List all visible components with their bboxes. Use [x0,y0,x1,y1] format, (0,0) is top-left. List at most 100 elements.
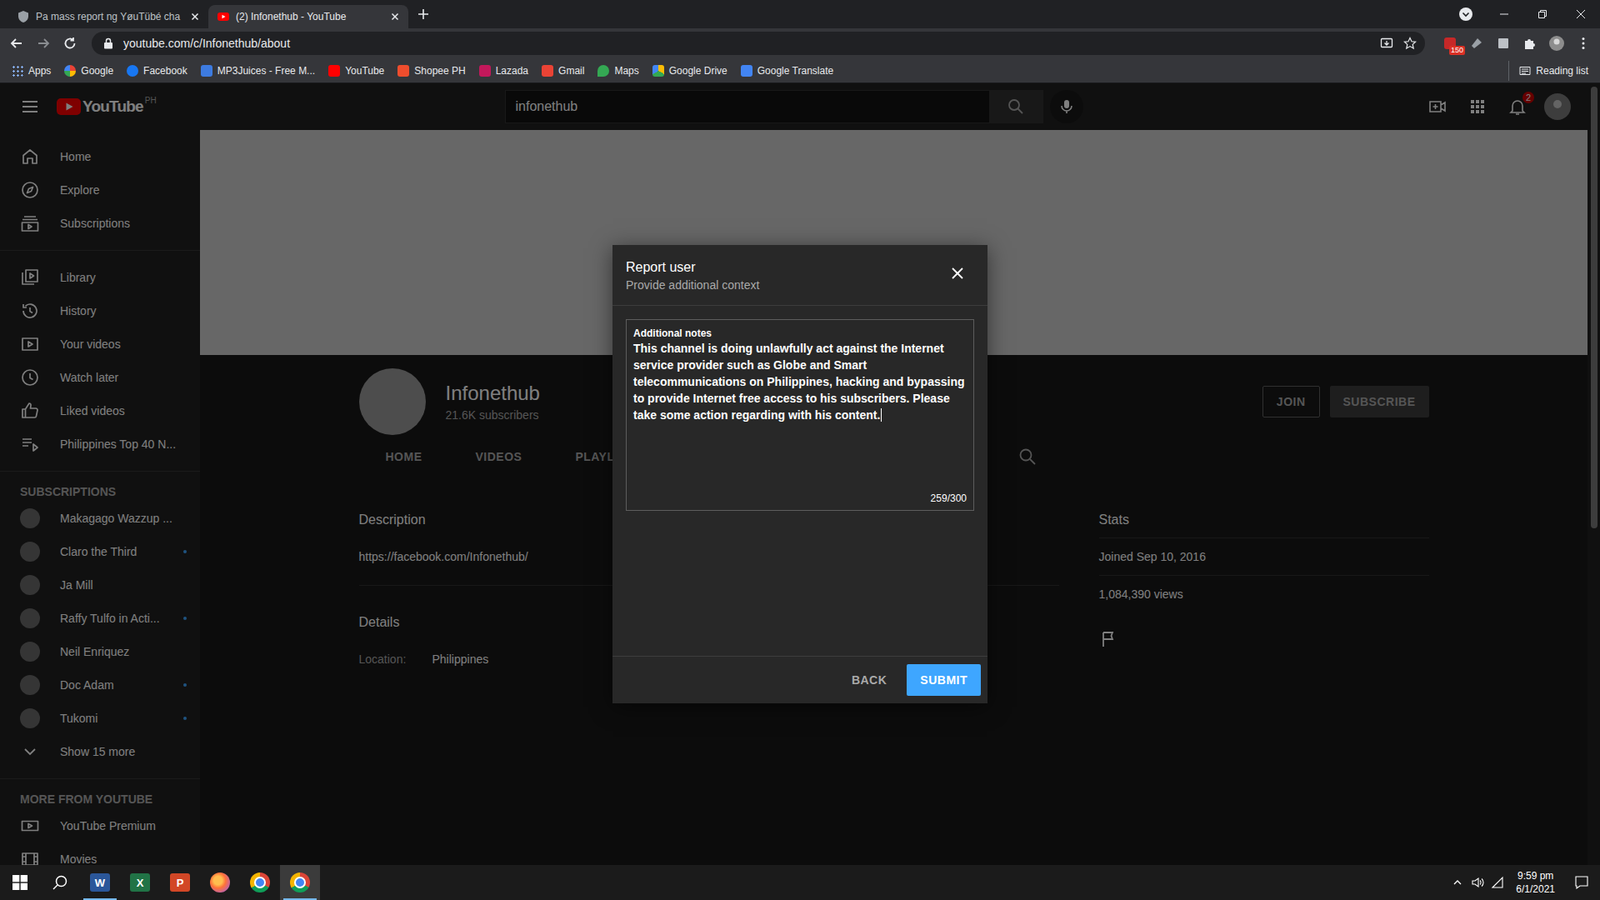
restore-icon [1537,9,1548,20]
close-icon[interactable] [388,10,402,24]
bookmark[interactable]: Gmail [535,60,591,81]
tab-title: Pa mass report ng YøuTübé cha [35,10,183,23]
bookmark[interactable]: Google [57,60,120,81]
minimize-button[interactable] [1485,0,1524,29]
speaker-icon [1470,875,1485,890]
start-button[interactable] [0,865,40,900]
bookmark-label: Google [80,65,114,77]
character-counter: 259/300 [633,491,967,505]
profile-button[interactable] [1545,31,1569,55]
system-tray: 9:59 pm6/1/2021 [1447,865,1600,900]
reading-list-icon [1519,65,1531,77]
bookmark[interactable]: Maps [590,60,645,81]
open-indicator [283,898,317,900]
youtube-icon [328,65,340,77]
chrome-icon [290,872,310,893]
back-button[interactable]: BACK [838,665,900,695]
windows-icon [12,875,28,890]
forward-button[interactable] [31,31,55,55]
chevron-up-icon [1451,876,1464,889]
excel-icon: X [130,873,150,892]
lock-icon [103,37,114,50]
taskbar-app[interactable]: X [120,865,160,900]
taskbar-app[interactable] [280,865,320,900]
taskbar-app[interactable]: P [160,865,200,900]
message-icon [1574,875,1590,890]
clock-time: 9:59 pm [1515,869,1555,883]
tab-search-button[interactable] [1446,0,1485,29]
extension-icon [1495,35,1511,51]
extensions-button[interactable] [1518,31,1542,55]
bookmark[interactable]: MP3Juices - Free M... [194,60,322,81]
tab-strip: Pa mass report ng YøuTübé cha (2) Infonet… [0,0,1600,29]
extension-button[interactable]: 150 [1438,31,1462,55]
reading-list-label: Reading list [1535,65,1589,77]
download-icon [200,65,213,77]
star-icon[interactable] [1403,36,1417,50]
arrow-left-icon [9,35,25,51]
bookmark-label: Shopee PH [414,65,465,77]
arrow-right-icon [35,35,51,51]
maps-icon [597,65,610,77]
taskbar-app[interactable]: W [80,865,120,900]
close-icon [947,263,968,284]
hidden-icons-button[interactable] [1447,865,1468,900]
network-button[interactable] [1487,865,1508,900]
search-button[interactable] [40,865,80,900]
tab-title: (2) Infonethub - YouTube [235,10,383,23]
taskbar-app[interactable] [200,865,240,900]
bookmark-label: Maps [614,65,639,77]
bookmarks-bar: Apps Google FacebookMP3Juices - Free M...Y… [0,58,1600,84]
restore-button[interactable] [1523,0,1562,29]
bookmark[interactable]: Google Translate [734,60,840,81]
clock[interactable]: 9:59 pm6/1/2021 [1507,869,1564,896]
reading-list[interactable]: Reading list [1508,60,1595,81]
drive-icon [652,65,665,77]
bookmark[interactable]: Facebook [120,60,195,81]
volume-button[interactable] [1467,865,1488,900]
submit-button[interactable]: SUBMIT [906,664,981,696]
bookmark[interactable]: Google Drive [645,60,735,81]
field-label: Additional notes [633,326,967,340]
bookmark[interactable]: Shopee PH [390,60,472,81]
taskbar-app[interactable] [240,865,280,900]
close-button[interactable] [940,256,975,290]
plus-icon[interactable] [415,5,432,23]
notifications-button[interactable] [1563,865,1600,900]
close-icon [1575,9,1586,20]
web-page: YouTubePHinfonethub2HomeExploreSubscript… [0,83,1600,865]
shopee-icon [397,65,410,77]
close-button[interactable] [1561,0,1600,29]
bookmark-label: Lazada [495,65,529,77]
notes-textarea[interactable]: Additional notesThis channel is doing un… [625,319,975,511]
more-vertical-icon [1575,35,1591,51]
reload-icon [62,35,78,51]
dialog-subtitle: Provide additional context [625,276,941,294]
extension-badge: 150 [1449,45,1465,55]
extension-icon [1469,35,1485,51]
extension-button[interactable] [1491,31,1515,55]
notes-text: This channel is doing unlawfully act aga… [633,340,967,424]
modal-backdrop[interactable]: Report userProvide additional contextAdd… [0,83,1600,865]
youtube-icon [216,10,230,24]
install-icon[interactable] [1380,36,1394,50]
close-icon[interactable] [188,10,202,24]
report-dialog: Report userProvide additional contextAdd… [612,245,988,704]
browser-tab[interactable]: Pa mass report ng YøuTübé cha [8,5,209,29]
open-indicator [83,898,117,900]
reload-button[interactable] [58,31,82,55]
gmail-icon [541,65,554,77]
translate-icon [740,65,753,77]
text-caret [880,408,882,422]
bookmark[interactable]: YouTube [321,60,391,81]
chrome-icon [250,872,270,893]
bookmark-label: Google Drive [669,65,728,77]
extension-button[interactable] [1465,31,1489,55]
back-button[interactable] [5,31,29,55]
bookmark[interactable]: Apps [5,60,58,81]
menu-button[interactable] [1571,31,1595,55]
bookmark[interactable]: Lazada [472,60,535,81]
address-bar[interactable]: youtube.com/c/Infonethub/about [91,31,1425,55]
wifi-icon [1490,875,1505,890]
browser-tab[interactable]: (2) Infonethub - YouTube [208,5,409,29]
